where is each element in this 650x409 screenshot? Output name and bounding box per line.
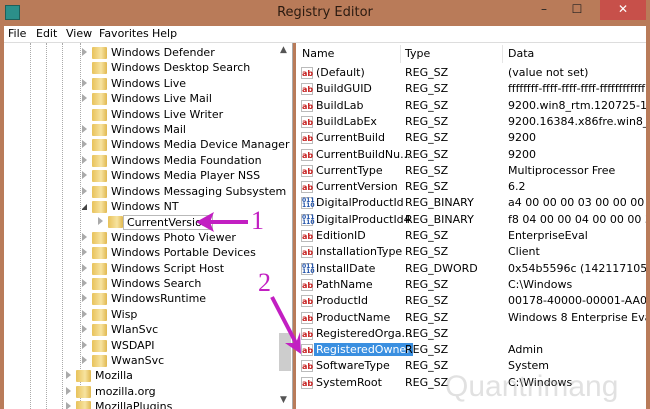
annotation-arrows — [196, 212, 301, 354]
watermark-logo: Quantrimang — [445, 370, 619, 403]
annotation-step-1: 1 — [251, 206, 264, 235]
annotation-step-2: 2 — [258, 268, 271, 297]
